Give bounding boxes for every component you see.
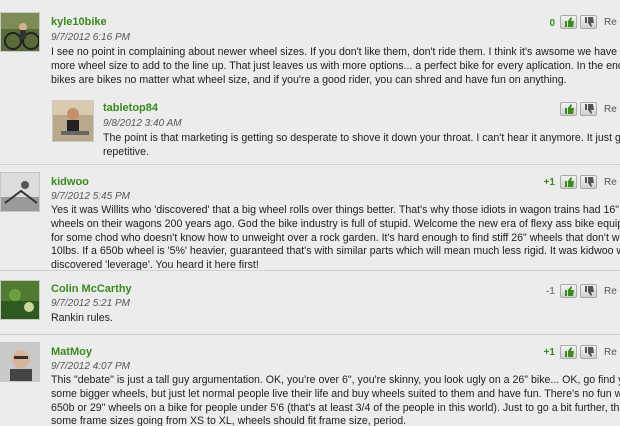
comment-username[interactable]: tabletop84	[103, 102, 158, 114]
comment-body: Rankin rules.	[51, 312, 113, 324]
comment-username[interactable]: kyle10bike	[51, 16, 107, 28]
comment-score: +1	[543, 177, 555, 188]
thumbs-down-icon	[585, 104, 594, 114]
avatar[interactable]	[52, 100, 94, 142]
comment-date: 9/7/2012 5:21 PM	[51, 298, 130, 309]
comment-date: 9/7/2012 5:45 PM	[51, 191, 130, 202]
comment-username[interactable]: kidwoo	[51, 176, 89, 188]
upvote-button[interactable]	[560, 15, 577, 29]
thumbs-up-icon	[565, 104, 574, 114]
avatar[interactable]	[0, 280, 40, 320]
downvote-button[interactable]	[580, 284, 597, 298]
comment-date: 9/7/2012 4:07 PM	[51, 361, 130, 372]
comment-thread: kyle10bike 9/7/2012 6:16 PM 0 Re I see n…	[0, 0, 620, 426]
comment-date: 9/8/2012 3:40 AM	[103, 118, 182, 129]
comment: MatMoy 9/7/2012 4:07 PM +1 Re This "deba…	[0, 335, 620, 426]
thumbs-up-icon	[565, 347, 574, 357]
comment-body: Yes it was Willits who 'discovered' that…	[51, 204, 620, 272]
avatar[interactable]	[0, 342, 40, 382]
upvote-button[interactable]	[560, 284, 577, 298]
avatar[interactable]	[0, 12, 40, 52]
downvote-button[interactable]	[580, 175, 597, 189]
comment-reply: tabletop84 9/8/2012 3:40 AM Re The point…	[0, 90, 620, 160]
downvote-button[interactable]	[580, 102, 597, 116]
thumbs-down-icon	[585, 286, 594, 296]
thumbs-down-icon	[585, 347, 594, 357]
reply-link[interactable]: Re	[604, 104, 617, 115]
downvote-button[interactable]	[580, 15, 597, 29]
upvote-button[interactable]	[560, 345, 577, 359]
thumbs-up-icon	[565, 177, 574, 187]
thumbs-down-icon	[585, 177, 594, 187]
reply-link[interactable]: Re	[604, 347, 617, 358]
thumbs-up-icon	[565, 286, 574, 296]
comment-score: -1	[546, 286, 555, 297]
reply-link[interactable]: Re	[604, 17, 617, 28]
avatar[interactable]	[0, 172, 40, 212]
comment-score: 0	[549, 18, 555, 29]
comment: kidwoo 9/7/2012 5:45 PM +1 Re Yes it was…	[0, 165, 620, 272]
thumbs-down-icon	[585, 17, 594, 27]
comment-score: +1	[543, 347, 555, 358]
reply-link[interactable]: Re	[604, 177, 617, 188]
comment-body: The point is that marketing is getting s…	[103, 132, 620, 158]
comment-date: 9/7/2012 6:16 PM	[51, 32, 130, 43]
comment-body: I see no point in complaining about newe…	[51, 46, 620, 86]
comment-username[interactable]: Colin McCarthy	[51, 283, 132, 295]
comment-body: This "debate" is just a tall guy argumen…	[51, 374, 620, 426]
comment: kyle10bike 9/7/2012 6:16 PM 0 Re I see n…	[0, 0, 620, 100]
comment: Colin McCarthy 9/7/2012 5:21 PM -1 Re Ra…	[0, 271, 620, 331]
upvote-button[interactable]	[560, 102, 577, 116]
thumbs-up-icon	[565, 17, 574, 27]
comment-username[interactable]: MatMoy	[51, 346, 92, 358]
upvote-button[interactable]	[560, 175, 577, 189]
reply-link[interactable]: Re	[604, 286, 617, 297]
downvote-button[interactable]	[580, 345, 597, 359]
